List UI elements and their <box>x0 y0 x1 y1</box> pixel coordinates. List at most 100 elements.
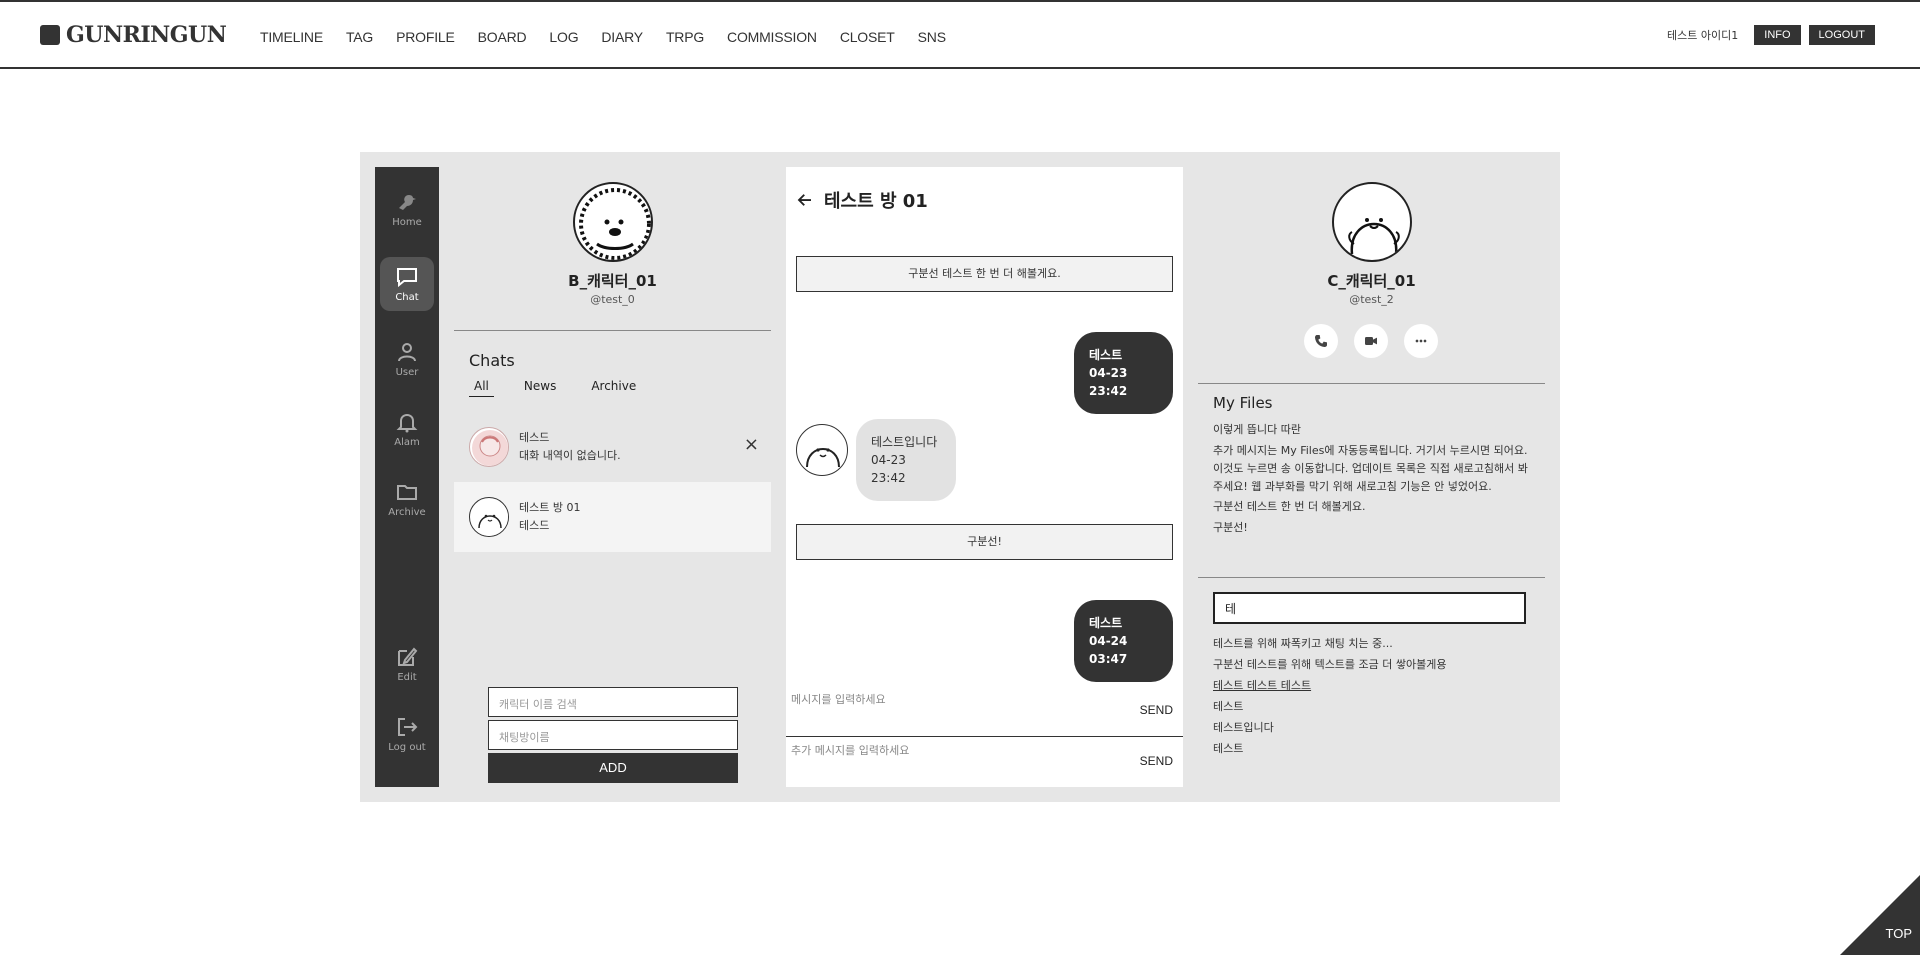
search-result[interactable]: 테스트 테스트 테스트 <box>1213 677 1311 693</box>
side-rail: Home Chat User Alam Archive Edit Log out <box>375 167 439 787</box>
nav-diary[interactable]: DIARY <box>601 29 643 45</box>
close-icon[interactable]: × <box>744 434 759 455</box>
file-item[interactable]: 이렇게 뜹니다 따란 <box>1213 421 1533 439</box>
partner-handle: @test_2 <box>1349 293 1394 306</box>
logo-text: GUNRINGUN <box>66 22 227 48</box>
nav-closet[interactable]: CLOSET <box>840 29 895 45</box>
file-item[interactable]: 구분선! <box>1213 519 1533 537</box>
rail-chat[interactable]: Chat <box>380 257 434 311</box>
search-result[interactable]: 테스트 <box>1213 740 1243 756</box>
nav-log[interactable]: LOG <box>549 29 578 45</box>
rail-alam-label: Alam <box>394 437 420 448</box>
nav-profile[interactable]: PROFILE <box>396 29 455 45</box>
messenger-app: Home Chat User Alam Archive Edit Log out <box>360 152 1560 802</box>
rail-edit-label: Edit <box>397 672 417 683</box>
file-item[interactable]: 추가 메시지는 My Files에 자동등록됩니다. 거기서 누르시면 되어요.… <box>1213 442 1533 496</box>
rail-alam[interactable]: Alam <box>380 402 434 456</box>
extra-send-button[interactable]: SEND <box>1140 754 1173 768</box>
search-result[interactable]: 테스트를 위해 짜폭키고 채팅 치는 중... <box>1213 635 1393 651</box>
message-sender: 테스트 <box>1089 348 1123 362</box>
my-avatar[interactable] <box>572 182 653 262</box>
rail-edit[interactable]: Edit <box>380 637 434 691</box>
rail-home-label: Home <box>392 217 422 228</box>
rail-home[interactable]: Home <box>380 182 434 236</box>
room-header: 테스트 방 01 <box>796 187 928 213</box>
their-message: 테스트입니다 04-23 23:42 <box>856 419 956 501</box>
chat-room-panel: 테스트 방 01 구분선 테스트 한 번 더 해볼게요. 테스트 04-23 2… <box>786 167 1183 787</box>
message-input-row: 메시지를 입력하세요 SEND <box>786 687 1183 737</box>
divider-notice: 구분선 테스트 한 번 더 해볼게요. <box>796 256 1173 292</box>
nav-timeline[interactable]: TIMELINE <box>260 29 323 45</box>
message-time: 04-24 03:47 <box>1089 634 1128 666</box>
profile-panel: C_캐릭터_01 @test_2 My Files 이렇게 뜹니다 따란 추가 … <box>1198 167 1545 787</box>
nav-tag[interactable]: TAG <box>346 29 373 45</box>
folder-icon <box>397 485 417 500</box>
rail-archive[interactable]: Archive <box>380 472 434 526</box>
rail-user[interactable]: User <box>380 332 434 386</box>
chat-tabs: All News Archive <box>469 379 666 397</box>
divider <box>1198 383 1545 384</box>
rail-logout-label: Log out <box>388 742 426 753</box>
top-button[interactable] <box>1840 875 1920 955</box>
room-name-input[interactable]: 채팅방이름 <box>488 720 738 750</box>
message-sender: 테스트입니다 <box>871 435 938 449</box>
chat-avatar <box>469 427 509 467</box>
chat-name: 테스드 <box>519 431 550 444</box>
chat-avatar <box>469 497 509 537</box>
video-camera-icon <box>1365 337 1377 345</box>
extra-input-row: 추가 메시지를 입력하세요 SEND <box>786 738 1183 788</box>
nav-trpg[interactable]: TRPG <box>666 29 704 45</box>
message-sender: 테스트 <box>1089 616 1123 630</box>
my-name: B_캐릭터_01 <box>568 272 657 290</box>
nav-sns[interactable]: SNS <box>918 29 946 45</box>
chat-bubble-icon <box>397 268 417 288</box>
character-search-input[interactable]: 캐릭터 이름 검색 <box>488 687 738 717</box>
partner-profile: C_캐릭터_01 @test_2 <box>1198 182 1545 306</box>
user-area: 테스트 아이디1 INFO LOGOUT <box>1667 25 1875 45</box>
search-result[interactable]: 구분선 테스트를 위해 텍스트를 조금 더 쌓아볼게용 <box>1213 656 1447 672</box>
search-result[interactable]: 테스트입니다 <box>1213 719 1274 735</box>
info-button[interactable]: INFO <box>1754 25 1801 45</box>
bird-icon <box>399 195 416 210</box>
logout-button[interactable]: LOGOUT <box>1808 25 1875 45</box>
send-button[interactable]: SEND <box>1140 703 1173 717</box>
partner-avatar[interactable] <box>1331 182 1412 262</box>
message-input[interactable]: 메시지를 입력하세요 <box>791 691 886 707</box>
file-item[interactable]: 구분선 테스트 한 번 더 해볼게요. <box>1213 498 1533 516</box>
logout-icon <box>398 718 418 736</box>
logo[interactable]: GUNRINGUN <box>40 22 227 48</box>
top-button-label[interactable]: TOP <box>1886 926 1913 941</box>
my-files-title: My Files <box>1213 394 1273 412</box>
search-result[interactable]: 테스트 <box>1213 698 1243 714</box>
tab-all[interactable]: All <box>469 379 494 397</box>
user-id: 테스트 아이디1 <box>1667 29 1739 42</box>
rail-archive-label: Archive <box>388 507 426 518</box>
partner-name: C_캐릭터_01 <box>1327 272 1416 290</box>
add-button[interactable]: ADD <box>488 753 738 783</box>
chat-list-item[interactable]: 테스드 대화 내역이 없습니다. × <box>454 412 771 482</box>
rail-logout[interactable]: Log out <box>380 707 434 761</box>
nav-board[interactable]: BOARD <box>478 29 527 45</box>
fluffy-character-icon <box>578 188 651 260</box>
video-call-button[interactable] <box>1354 324 1388 358</box>
message-time: 04-23 23:42 <box>1089 366 1128 398</box>
divider <box>454 330 771 331</box>
back-arrow-icon[interactable] <box>796 191 814 209</box>
edit-icon <box>398 647 418 666</box>
rail-user-label: User <box>395 367 419 378</box>
tab-archive[interactable]: Archive <box>586 379 641 397</box>
chat-list-panel: B_캐릭터_01 @test_0 Chats All News Archive … <box>454 167 771 787</box>
chat-list-item[interactable]: 테스트 방 01 테스드 <box>454 482 771 552</box>
nav-commission[interactable]: COMMISSION <box>727 29 817 45</box>
chat-preview: 테스드 <box>519 519 550 532</box>
message-search-input[interactable]: 테 <box>1213 592 1526 624</box>
rail-chat-label: Chat <box>395 292 419 303</box>
chat-texts: 테스트 방 01 테스드 <box>519 499 580 535</box>
chats-title: Chats <box>469 351 515 370</box>
extra-message-input[interactable]: 추가 메시지를 입력하세요 <box>791 742 909 758</box>
call-button[interactable] <box>1304 324 1338 358</box>
chat-texts: 테스드 대화 내역이 없습니다. <box>519 429 621 465</box>
chat-name: 테스트 방 01 <box>519 501 581 514</box>
tab-news[interactable]: News <box>519 379 561 397</box>
more-button[interactable] <box>1404 324 1438 358</box>
